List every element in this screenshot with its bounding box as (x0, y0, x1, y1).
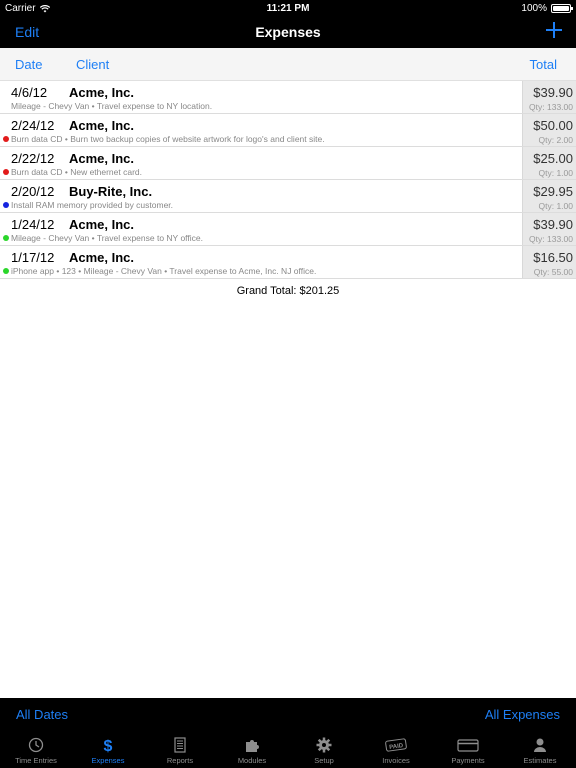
expense-amount: $25.00 (533, 151, 573, 166)
expense-row[interactable]: 1/24/12 Acme, Inc. Mileage - Chevy Van • T… (0, 213, 576, 246)
sort-header: Date Client Total (0, 48, 576, 81)
all-expenses-button[interactable]: All Expenses (485, 707, 560, 722)
expense-amount: $16.50 (533, 250, 573, 265)
tab-label: Setup (314, 756, 334, 765)
sort-by-date-button[interactable]: Date (15, 57, 42, 72)
expense-quantity: Qty: 133.00 (529, 234, 573, 244)
tab-label: Reports (166, 756, 194, 765)
tab-reports[interactable]: Reports (144, 731, 216, 768)
status-dot (3, 169, 9, 175)
expense-row[interactable]: 2/20/12 Buy-Rite, Inc. Install RAM memory … (0, 180, 576, 213)
status-dot (3, 268, 9, 274)
person-icon (532, 737, 548, 753)
status-dot (3, 136, 9, 142)
expense-description: Burn data CD • New ethernet card. (11, 167, 143, 177)
amount-cell: $50.00 Qty: 2.00 (522, 114, 576, 146)
status-bar: Carrier 11:21 PM 100% (0, 0, 576, 17)
expense-description: Install RAM memory provided by customer. (11, 200, 174, 210)
expense-description: iPhone app • 123 • Mileage - Chevy Van •… (11, 266, 317, 276)
expense-client: Acme, Inc. (69, 151, 135, 166)
tab-bar: Time Entries $ Expenses Reports Modules Setup… (0, 731, 576, 768)
expense-date: 2/24/12 (11, 118, 55, 133)
expense-row[interactable]: 1/17/12 Acme, Inc. iPhone app • 123 • Mile… (0, 246, 576, 279)
amount-cell: $16.50 Qty: 55.00 (522, 246, 576, 278)
tab-label: Expenses (91, 756, 125, 765)
add-expense-icon[interactable] (546, 22, 562, 38)
expense-date: 2/22/12 (11, 151, 55, 166)
tab-invoices[interactable]: PAID Invoices (360, 731, 432, 768)
status-time: 11:21 PM (266, 3, 310, 14)
expense-row[interactable]: 2/24/12 Acme, Inc. Burn data CD • Burn two… (0, 114, 576, 147)
expense-quantity: Qty: 1.00 (538, 201, 574, 211)
expense-quantity: Qty: 1.00 (538, 168, 574, 178)
status-dot (3, 202, 9, 208)
tab-label: Modules (237, 756, 267, 765)
battery-icon (551, 4, 573, 13)
dollar-icon: $ (100, 737, 116, 755)
status-dot (3, 235, 9, 241)
tab-estimates[interactable]: Estimates (504, 731, 576, 768)
tab-label: Invoices (382, 756, 410, 765)
expense-client: Acme, Inc. (69, 118, 135, 133)
tab-setup[interactable]: Setup (288, 731, 360, 768)
tab-expenses[interactable]: $ Expenses (72, 731, 144, 768)
expense-date: 1/17/12 (11, 250, 55, 265)
svg-text:$: $ (104, 738, 113, 753)
battery-percent: 100% (521, 3, 547, 14)
sort-by-client-button[interactable]: Client (76, 57, 109, 72)
tab-label: Time Entries (15, 756, 57, 765)
expense-quantity: Qty: 133.00 (529, 102, 573, 112)
expense-list: 4/6/12 Acme, Inc. Mileage - Chevy Van • Tr… (0, 81, 576, 279)
expense-client: Acme, Inc. (69, 217, 135, 232)
page-title: Expenses (255, 24, 321, 40)
tab-label: Payments (451, 756, 485, 765)
expense-client: Acme, Inc. (69, 85, 135, 100)
gear-icon (316, 737, 332, 753)
tab-time-entries[interactable]: Time Entries (0, 731, 72, 768)
puzzle-icon (244, 737, 260, 753)
expense-amount: $39.90 (533, 85, 573, 100)
expense-row[interactable]: 4/6/12 Acme, Inc. Mileage - Chevy Van • Tr… (0, 81, 576, 114)
sort-by-total-button[interactable]: Total (530, 57, 557, 72)
amount-cell: $39.90 Qty: 133.00 (522, 81, 576, 113)
amount-cell: $29.95 Qty: 1.00 (522, 180, 576, 212)
expense-amount: $29.95 (533, 184, 573, 199)
expense-client: Buy-Rite, Inc. (69, 184, 153, 199)
battery-indicator: 100% (521, 3, 573, 14)
expense-description: Burn data CD • Burn two backup copies of… (11, 134, 325, 144)
tab-label: Estimates (523, 756, 557, 765)
amount-cell: $39.90 Qty: 133.00 (522, 213, 576, 245)
svg-text:PAID: PAID (389, 743, 404, 751)
expense-quantity: Qty: 55.00 (533, 267, 573, 277)
expense-description: Mileage - Chevy Van • Travel expense to … (11, 233, 203, 243)
all-dates-button[interactable]: All Dates (16, 707, 68, 722)
tab-modules[interactable]: Modules (216, 731, 288, 768)
grand-total: Grand Total: $201.25 (236, 285, 340, 297)
expense-amount: $39.90 (533, 217, 573, 232)
amount-cell: $25.00 Qty: 1.00 (522, 147, 576, 179)
tab-payments[interactable]: Payments (432, 731, 504, 768)
clock-icon (28, 737, 44, 753)
expense-row[interactable]: 2/22/12 Acme, Inc. Burn data CD • New ethe… (0, 147, 576, 180)
expense-amount: $50.00 (533, 118, 573, 133)
report-icon (172, 737, 188, 753)
navigation-bar: Edit Expenses (0, 17, 576, 48)
expense-client: Acme, Inc. (69, 250, 135, 265)
expense-date: 1/24/12 (11, 217, 55, 232)
paid-stamp-icon: PAID (385, 737, 407, 753)
credit-card-icon (457, 737, 479, 753)
expense-description: Mileage - Chevy Van • Travel expense to … (11, 101, 213, 111)
expense-quantity: Qty: 2.00 (538, 135, 574, 145)
expense-date: 4/6/12 (11, 85, 48, 100)
expense-date: 2/20/12 (11, 184, 55, 199)
filter-bar: All Dates All Expenses (0, 698, 576, 731)
